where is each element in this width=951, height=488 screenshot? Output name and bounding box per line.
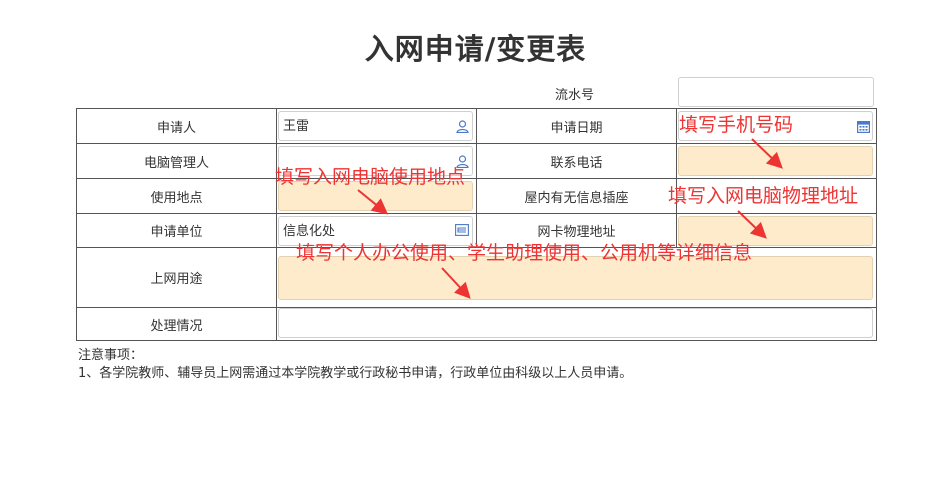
- phone-input[interactable]: [678, 146, 873, 176]
- purpose-hint-annotation: 填写个人办公使用、学生助理使用、公用机等详细信息: [296, 242, 753, 264]
- info-socket-label: 屋内有无信息插座: [476, 178, 677, 214]
- pc-manager-label: 电脑管理人: [76, 143, 277, 179]
- unit-label: 申请单位: [76, 213, 277, 248]
- user-icon[interactable]: [455, 119, 469, 133]
- applicant-label: 申请人: [76, 108, 277, 144]
- serial-number-label: 流水号: [555, 88, 595, 103]
- phone-hint-annotation: 填写手机号码: [679, 114, 794, 136]
- calendar-icon[interactable]: [856, 119, 870, 133]
- notes-item: 1、各学院教师、辅导员上网需通过本学院教学或行政秘书申请，行政单位由科级以上人员…: [78, 366, 633, 381]
- org-picker-icon[interactable]: [455, 223, 469, 237]
- serial-number-input[interactable]: [678, 77, 874, 107]
- handling-label: 处理情况: [76, 307, 277, 341]
- location-label: 使用地点: [76, 178, 277, 214]
- phone-label: 联系电话: [476, 143, 677, 179]
- apply-date-label: 申请日期: [476, 108, 677, 144]
- applicant-input[interactable]: 王雷: [278, 111, 473, 141]
- mac-hint-annotation: 填写入网电脑物理地址: [668, 185, 859, 207]
- location-hint-annotation: 填写入网电脑使用地点: [275, 166, 466, 188]
- handling-input[interactable]: [278, 308, 873, 338]
- page-title: 入网申请/变更表: [364, 32, 587, 66]
- purpose-label: 上网用途: [76, 247, 277, 308]
- notes-title: 注意事项：: [78, 348, 144, 363]
